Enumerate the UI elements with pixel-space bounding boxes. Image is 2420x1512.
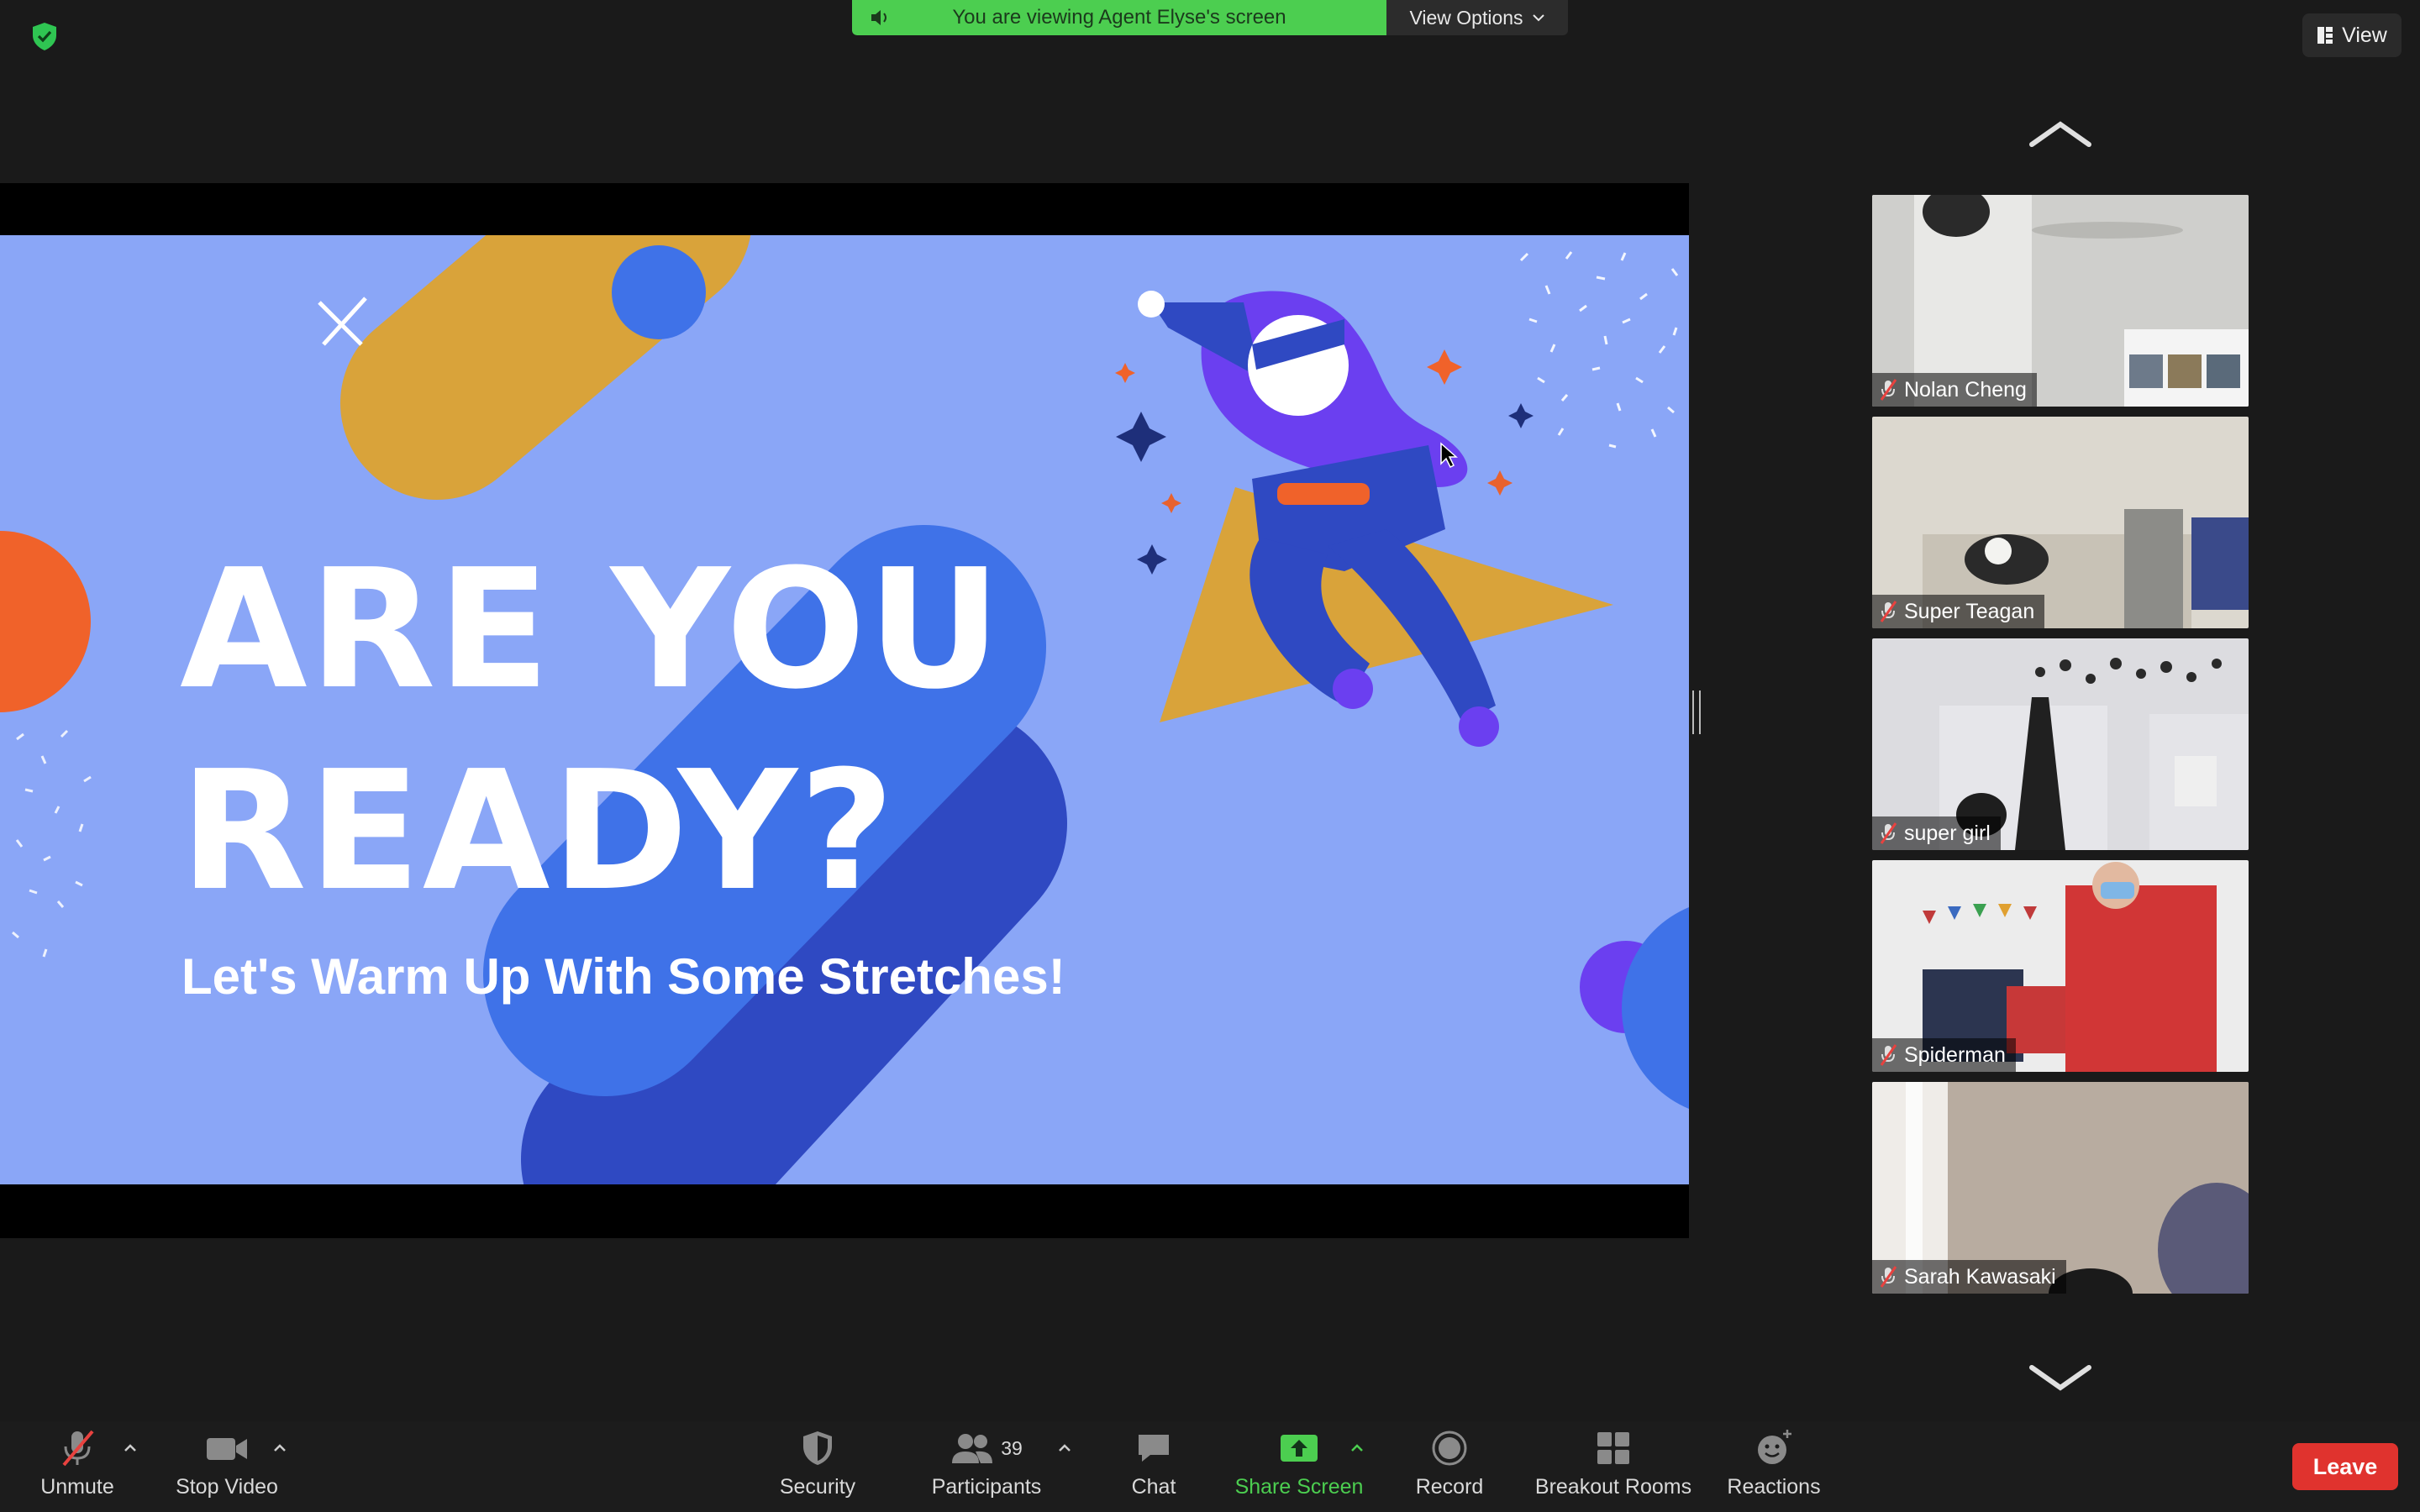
security-label: Security [779,1475,856,1499]
stop-video-button[interactable]: Stop Video [170,1428,284,1499]
banner-text: You are viewing Agent Elyse's screen [952,6,1286,29]
participant-name: super girl [1904,821,1991,845]
breakout-rooms-button[interactable]: Breakout Rooms [1534,1428,1692,1499]
chevron-down-icon [1532,14,1544,22]
participants-button[interactable]: 39 Participants [924,1428,1049,1499]
record-icon [1432,1431,1467,1466]
participant-name-label: super girl [1872,816,2001,850]
participant-video-tile[interactable]: Sarah Kawasaki [1872,1082,2249,1294]
participant-name: Nolan Cheng [1904,377,2027,402]
participant-video-tile[interactable]: Super Teagan [1872,417,2249,628]
view-label: View [2342,23,2387,47]
share-screen-label: Share Screen [1234,1475,1364,1499]
breakout-rooms-grid-icon [1597,1432,1629,1464]
mic-muted-icon [1880,1044,1897,1066]
participant-name-label: Nolan Cheng [1872,373,2037,407]
slide-subtitle: Let's Warm Up With Some Stretches! [182,948,1065,1005]
chat-label: Chat [1131,1475,1176,1499]
audio-options-caret-icon[interactable] [123,1441,138,1453]
leave-meeting-button[interactable]: Leave [2292,1443,2398,1490]
layout-grid-icon [2317,27,2333,44]
security-shield-icon [803,1431,832,1465]
video-camera-icon [207,1438,247,1460]
mic-muted-icon [1880,1266,1897,1288]
participant-video-tile[interactable]: Nolan Cheng [1872,195,2249,407]
breakout-rooms-label: Breakout Rooms [1534,1475,1692,1499]
view-options-menu[interactable]: View Options [1386,0,1568,35]
participant-name-label: Super Teagan [1872,595,2045,628]
participant-video-tile[interactable]: Spiderman [1872,860,2249,1072]
speaker-icon [871,10,886,25]
presentation-slide: ARE YOU READY? Let's Warm Up With Some S… [0,235,1689,1184]
participant-name: Sarah Kawasaki [1904,1264,2056,1289]
record-label: Record [1415,1475,1484,1499]
meeting-toolbar [0,1421,2420,1512]
slide-title-line-1: ARE YOU [180,534,1003,726]
view-layout-button[interactable]: View [2302,13,2402,57]
chat-bubble-icon [1139,1435,1169,1462]
scroll-up-chevron-icon[interactable] [2025,118,2096,151]
participants-options-caret-icon[interactable] [1057,1441,1072,1453]
unmute-button[interactable]: Unmute [37,1428,118,1499]
chat-button[interactable]: Chat [1123,1428,1185,1499]
participant-name: Super Teagan [1904,599,2035,623]
reactions-smiley-icon [1758,1430,1791,1464]
unmute-label: Unmute [40,1475,114,1499]
share-screen-button[interactable]: Share Screen [1232,1428,1366,1499]
leave-label: Leave [2312,1453,2378,1479]
participant-name-label: Spiderman [1872,1038,2016,1072]
scroll-down-chevron-icon[interactable] [2025,1361,2096,1394]
video-options-caret-icon[interactable] [272,1441,287,1453]
participant-name-label: Sarah Kawasaki [1872,1260,2066,1294]
share-options-caret-icon[interactable] [1349,1441,1365,1453]
participants-label: Participants [931,1475,1042,1499]
reactions-label: Reactions [1727,1475,1821,1499]
view-options-label: View Options [1409,6,1523,29]
reactions-button[interactable]: Reactions [1726,1428,1822,1499]
participant-name: Spiderman [1904,1042,2006,1067]
participant-video-tile[interactable]: super girl [1872,638,2249,850]
participants-icon [952,1434,993,1463]
stop-video-label: Stop Video [176,1475,278,1499]
share-screen-arrow-icon [1281,1435,1318,1462]
security-button[interactable]: Security [768,1428,867,1499]
mic-muted-icon [1880,822,1897,844]
microphone-muted-icon [62,1430,94,1467]
participant-count: 39 [1001,1436,1023,1459]
resize-splitter-handle[interactable] [1692,690,1701,734]
viewing-screen-banner: You are viewing Agent Elyse's screen [852,0,1386,35]
mic-muted-icon [1880,601,1897,622]
mic-muted-icon [1880,379,1897,401]
record-button[interactable]: Record [1413,1428,1486,1499]
encryption-shield-icon[interactable] [29,20,60,52]
slide-title-line-2: READY? [180,736,897,927]
